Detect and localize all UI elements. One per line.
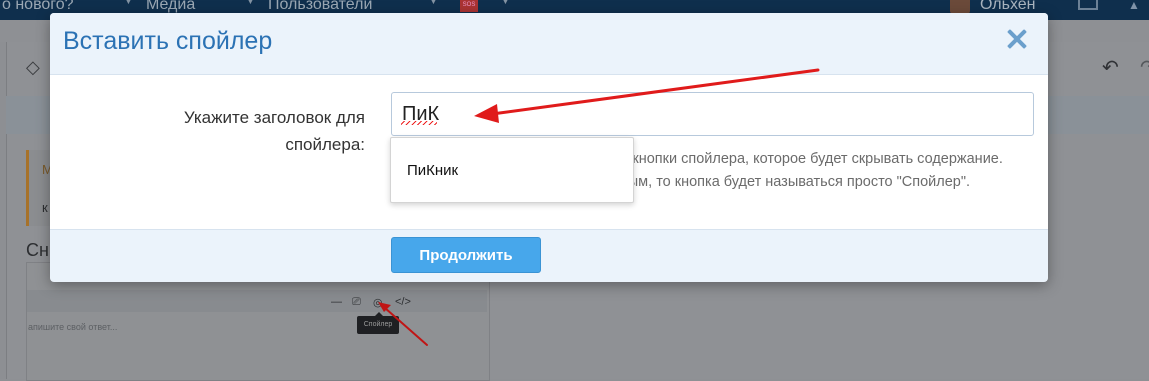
- section-heading: Сн: [26, 240, 49, 260]
- autocomplete-dropdown: ПиКник: [390, 137, 634, 203]
- username[interactable]: Ольхен: [980, 0, 1036, 14]
- bell-icon[interactable]: ▲: [1128, 0, 1140, 12]
- sos-badge-icon[interactable]: SOS: [460, 0, 478, 12]
- code-icon[interactable]: </>: [395, 296, 411, 308]
- media-icon[interactable]: ⎚: [352, 296, 361, 309]
- spoiler-title-label: Укажите заголовок для спойлера:: [183, 108, 365, 154]
- chevron-down-icon[interactable]: ▼: [123, 0, 134, 7]
- dialog-header: Вставить спойлер: [50, 13, 1048, 75]
- undo-icon[interactable]: ↶: [1102, 55, 1119, 80]
- autocomplete-suggestion[interactable]: ПиКник: [407, 162, 458, 179]
- chevron-down-icon[interactable]: ▼: [500, 0, 511, 7]
- reply-placeholder: апишите свой ответ...: [28, 322, 118, 332]
- dialog-footer: [50, 229, 1048, 282]
- spoiler-tooltip: Спойлер: [357, 312, 399, 334]
- close-icon[interactable]: [1005, 27, 1029, 51]
- avatar[interactable]: [950, 0, 970, 14]
- nav-item-media[interactable]: Медиа: [146, 0, 195, 14]
- dialog-title: Вставить спойлер: [63, 27, 273, 55]
- quote-text: к: [42, 200, 48, 215]
- chevron-down-icon[interactable]: ▼: [428, 0, 439, 7]
- mail-icon[interactable]: [1078, 0, 1098, 10]
- spoiler-eye-icon[interactable]: ◎: [373, 296, 383, 309]
- reply-editor-toolbar: [27, 290, 487, 312]
- spoiler-title-input[interactable]: [391, 92, 1034, 136]
- redo-icon[interactable]: ↷: [1140, 55, 1149, 80]
- spellcheck-underline: [401, 121, 437, 125]
- nav-item-whats-new[interactable]: о нового?: [2, 0, 74, 14]
- continue-button[interactable]: Продолжить: [391, 237, 541, 273]
- insert-spoiler-dialog: Вставить спойлер Укажите заголовок для с…: [50, 13, 1048, 282]
- horizontal-rule-icon[interactable]: —: [331, 296, 342, 308]
- eraser-icon[interactable]: ◇: [26, 57, 40, 78]
- chevron-down-icon[interactable]: ▼: [245, 0, 256, 7]
- nav-item-users[interactable]: Пользователи: [268, 0, 372, 14]
